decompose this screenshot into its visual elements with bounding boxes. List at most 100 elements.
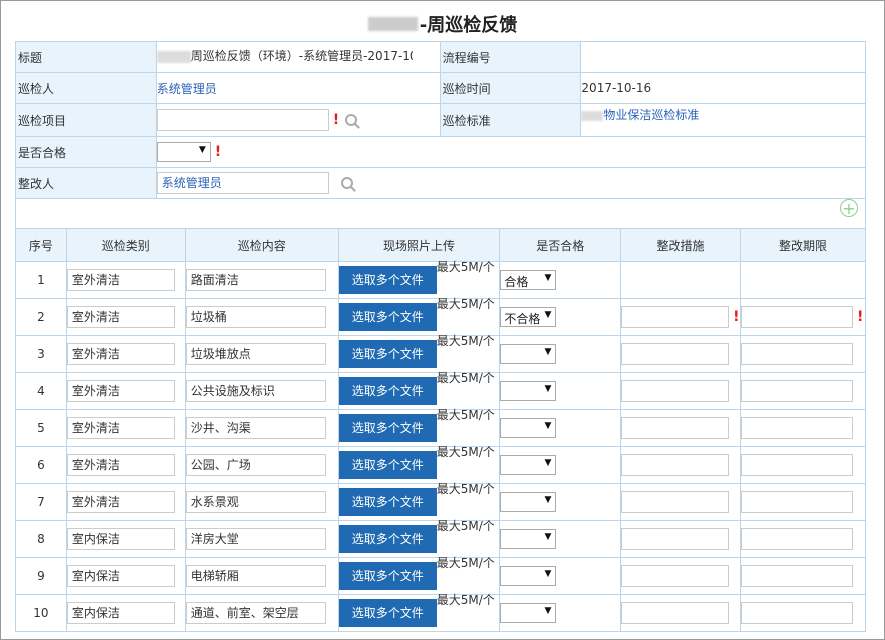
table-row: 9 室内保洁 电梯轿厢 选取多个文件最大5M/个 ▼	[15, 556, 866, 595]
deadline-input[interactable]	[741, 417, 854, 439]
category-input[interactable]: 室外清洁	[66, 269, 175, 291]
category-input[interactable]: 室内保洁	[66, 602, 175, 624]
upload-button[interactable]: 选取多个文件	[338, 266, 437, 294]
col-header-measure: 整改措施	[620, 228, 742, 262]
upload-button[interactable]: 选取多个文件	[338, 525, 437, 553]
category-input[interactable]: 室外清洁	[66, 380, 175, 402]
upload-button[interactable]: 选取多个文件	[338, 377, 437, 405]
row-number: 10	[15, 594, 67, 632]
measure-input[interactable]	[621, 491, 730, 513]
inspect-time-value: 2017-10-16	[580, 72, 866, 104]
pass-select[interactable]: ▼	[500, 603, 557, 623]
category-input[interactable]: 室外清洁	[66, 417, 175, 439]
table-row: 10 室内保洁 通道、前室、架空层 选取多个文件最大5M/个 ▼	[15, 593, 866, 632]
search-icon[interactable]	[345, 114, 358, 126]
upload-button[interactable]: 选取多个文件	[338, 303, 437, 331]
content-input[interactable]: 路面清洁	[185, 269, 326, 291]
measure-input[interactable]	[621, 528, 730, 550]
upload-button[interactable]: 选取多个文件	[338, 599, 437, 627]
content-input[interactable]: 水系景观	[185, 491, 326, 513]
chevron-down-icon: ▼	[544, 606, 552, 616]
pass-select[interactable]: ▼	[500, 418, 557, 438]
page-title: -周巡检反馈	[419, 15, 518, 36]
deadline-input[interactable]	[741, 380, 854, 402]
title-field[interactable]: 周巡检反馈（环境）-系统管理员-2017-10-	[190, 46, 413, 68]
deadline-input[interactable]	[741, 491, 854, 513]
table-row: 1 室外清洁 路面清洁 选取多个文件最大5M/个 合格 ▼	[15, 260, 866, 299]
content-input[interactable]: 公共设施及标识	[185, 380, 326, 402]
table-row: 4 室外清洁 公共设施及标识 选取多个文件最大5M/个 ▼	[15, 371, 866, 410]
measure-input[interactable]	[621, 417, 730, 439]
inspect-item-input[interactable]	[156, 109, 329, 131]
measure-input[interactable]	[621, 602, 730, 624]
inspector-value: 系统管理员	[156, 81, 217, 96]
upload-size-caption: 最大5M/个	[436, 556, 495, 570]
chevron-down-icon: ▼	[544, 384, 552, 394]
add-icon[interactable]: +	[840, 199, 858, 217]
pass-select[interactable]: ▼	[500, 492, 557, 512]
measure-input[interactable]	[621, 565, 730, 587]
row-number: 7	[15, 483, 67, 521]
content-input[interactable]: 沙井、沟渠	[185, 417, 326, 439]
category-input[interactable]: 室内保洁	[66, 528, 175, 550]
pass-select[interactable]: 合格 ▼	[500, 270, 557, 290]
search-icon[interactable]	[340, 177, 353, 189]
inspect-time-label: 巡检时间	[439, 72, 582, 104]
measure-input[interactable]	[621, 454, 730, 476]
upload-size-caption: 最大5M/个	[436, 260, 495, 274]
col-header-no: 序号	[15, 228, 67, 262]
deadline-input[interactable]	[741, 602, 854, 624]
row-number: 3	[15, 335, 67, 373]
redacted-name	[367, 17, 418, 31]
required-icon: !	[332, 112, 340, 128]
chevron-down-icon: ▼	[544, 495, 552, 505]
row-number: 8	[15, 520, 67, 558]
row-number: 1	[15, 261, 67, 299]
pass-select[interactable]: ▼	[500, 344, 557, 364]
content-input[interactable]: 洋房大堂	[185, 528, 326, 550]
required-icon: !	[733, 309, 740, 325]
upload-button[interactable]: 选取多个文件	[338, 414, 437, 442]
inspect-standard-label: 巡检标准	[439, 103, 582, 137]
pass-select[interactable]: ▼	[156, 142, 211, 162]
rectifier-input[interactable]: 系统管理员	[156, 172, 329, 194]
pass-select[interactable]: ▼	[500, 455, 557, 475]
content-input[interactable]: 通道、前室、架空层	[185, 602, 326, 624]
upload-button[interactable]: 选取多个文件	[338, 562, 437, 590]
deadline-input[interactable]	[741, 528, 854, 550]
upload-size-caption: 最大5M/个	[436, 482, 495, 496]
upload-size-caption: 最大5M/个	[436, 371, 495, 385]
deadline-input[interactable]	[741, 343, 854, 365]
category-input[interactable]: 室外清洁	[66, 454, 175, 476]
upload-size-caption: 最大5M/个	[436, 593, 495, 607]
upload-size-caption: 最大5M/个	[436, 334, 495, 348]
pass-select[interactable]: ▼	[500, 529, 557, 549]
deadline-input[interactable]	[741, 565, 854, 587]
measure-input[interactable]	[621, 343, 730, 365]
pass-label: 是否合格	[15, 136, 157, 168]
upload-button[interactable]: 选取多个文件	[338, 488, 437, 516]
content-input[interactable]: 电梯轿厢	[185, 565, 326, 587]
inspect-standard-value[interactable]: 物业保洁巡检标准	[603, 108, 699, 122]
upload-button[interactable]: 选取多个文件	[338, 340, 437, 368]
content-input[interactable]: 垃圾堆放点	[185, 343, 326, 365]
chevron-down-icon: ▼	[544, 569, 552, 579]
upload-button[interactable]: 选取多个文件	[338, 451, 437, 479]
measure-input[interactable]	[621, 380, 730, 402]
flow-no-value	[580, 41, 866, 73]
content-input[interactable]: 垃圾桶	[185, 306, 326, 328]
chevron-down-icon: ▼	[198, 145, 206, 155]
deadline-input[interactable]	[741, 306, 854, 328]
measure-input[interactable]	[621, 306, 730, 328]
pass-select[interactable]: ▼	[500, 566, 557, 586]
pass-select[interactable]: 不合格 ▼	[500, 307, 557, 327]
required-icon: !	[214, 144, 222, 160]
category-input[interactable]: 室内保洁	[66, 565, 175, 587]
deadline-input[interactable]	[741, 454, 854, 476]
category-input[interactable]: 室外清洁	[66, 491, 175, 513]
col-header-category: 巡检类别	[65, 228, 186, 262]
pass-select[interactable]: ▼	[500, 381, 557, 401]
category-input[interactable]: 室外清洁	[66, 343, 175, 365]
category-input[interactable]: 室外清洁	[66, 306, 175, 328]
content-input[interactable]: 公园、广场	[185, 454, 326, 476]
